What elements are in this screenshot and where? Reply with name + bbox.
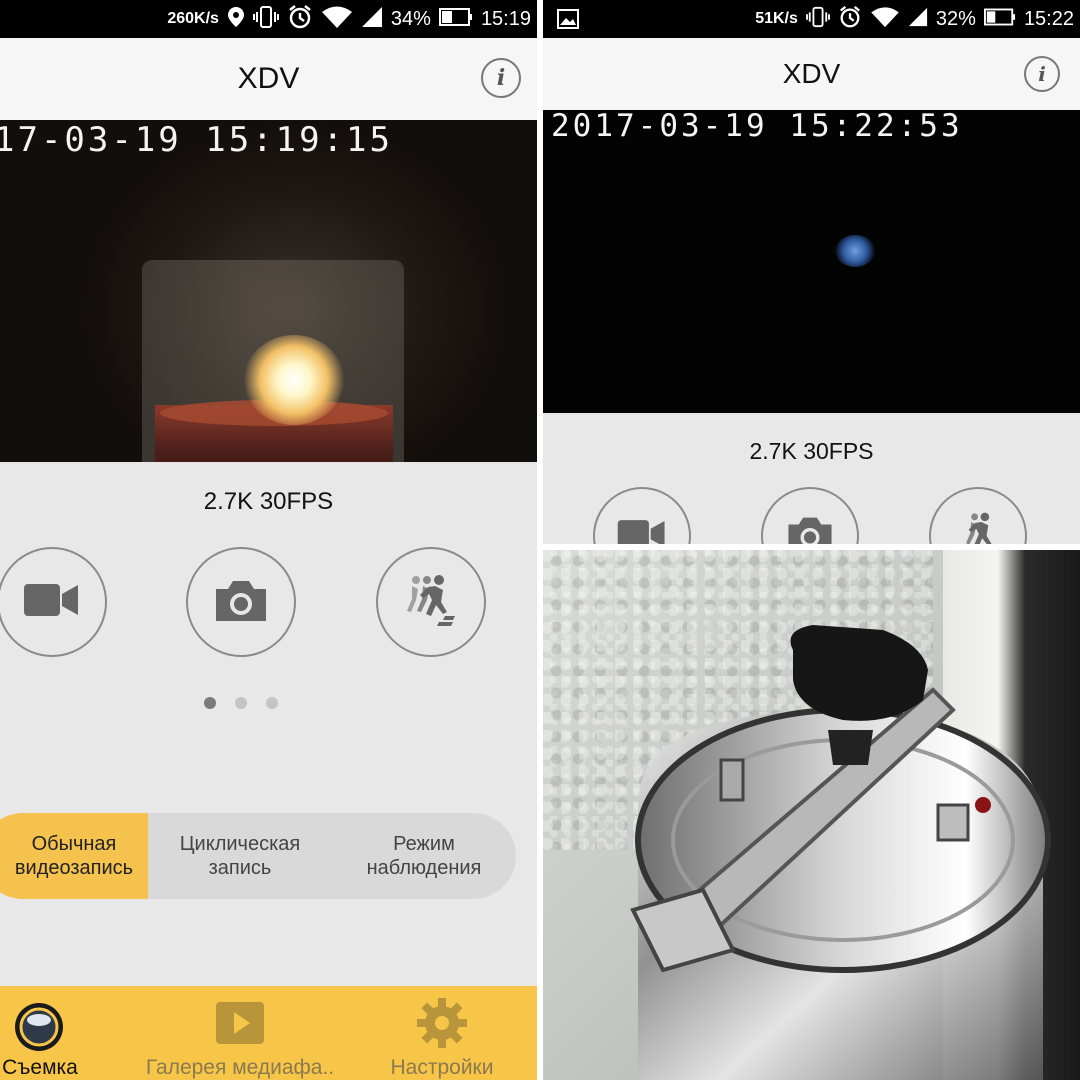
battery-percent: 32% [935, 7, 976, 30]
camera-icon [785, 514, 835, 544]
video-mode-button[interactable] [593, 487, 691, 544]
page-dot-active[interactable] [204, 697, 216, 709]
running-person-icon [403, 572, 459, 633]
app-title: XDV [237, 62, 300, 95]
page-indicator [204, 697, 278, 709]
alarm-icon [838, 5, 862, 34]
pressure-cooker-photo [543, 550, 1080, 1080]
app-header: XDV i [0, 38, 537, 120]
mode-loop-recording[interactable]: Циклическая запись [148, 813, 332, 899]
video-camera-icon [616, 516, 668, 544]
bottom-navigation: Съемка Галерея медиафа.. Настройки [0, 986, 537, 1080]
photo-mode-button[interactable] [186, 547, 296, 657]
running-person-icon [954, 510, 1002, 544]
mode-label-line2: запись [208, 857, 272, 879]
signal-icon [908, 7, 928, 32]
photo-mode-button[interactable] [761, 487, 859, 544]
gear-icon [415, 996, 469, 1055]
nav-settings[interactable]: Настройки [372, 986, 512, 1080]
lens-icon [12, 1000, 66, 1059]
network-speed: 51K/s [755, 10, 798, 27]
clock: 15:19 [480, 7, 531, 30]
page-dot[interactable] [266, 697, 278, 709]
video-timestamp: 17-03-19 15:19:15 [0, 120, 393, 160]
candle-flame [244, 335, 344, 425]
status-bar: 51K/s 32% 15:22 [543, 0, 1080, 38]
pressure-cooker [630, 625, 1051, 1080]
resolution-label: 2.7K 30FPS [749, 438, 874, 464]
network-speed: 260K/s [167, 10, 219, 27]
video-mode-button[interactable] [0, 547, 107, 657]
status-bar: 260K/s 34% 15:19 [0, 0, 537, 38]
battery-percent: 34% [390, 7, 431, 30]
mode-surveillance[interactable]: Режим наблюдения [332, 813, 516, 899]
wifi-icon [321, 5, 353, 34]
nav-capture-label: Съемка [2, 1056, 78, 1079]
vibrate-icon [252, 5, 279, 34]
battery-icon [438, 7, 473, 32]
battery-icon [983, 7, 1016, 32]
mode-label-line2: наблюдения [366, 857, 482, 879]
left-app-screen: 260K/s 34% 15:19 XDV i 17-03-19 15:19:15… [0, 0, 537, 1080]
info-icon[interactable]: i [1024, 56, 1060, 92]
wifi-icon [870, 6, 900, 33]
app-header: XDV i [543, 38, 1080, 110]
mode-label-line1: Обычная [31, 833, 117, 855]
burst-mode-button[interactable] [376, 547, 486, 657]
alarm-icon [287, 4, 313, 35]
resolution-label: 2.7K 30FPS [203, 488, 334, 515]
camera-preview[interactable]: 2017-03-19 15:22:53 [543, 110, 1080, 413]
nav-settings-label: Настройки [390, 1056, 494, 1079]
location-icon [227, 6, 245, 33]
play-icon [214, 1000, 266, 1051]
camera-preview[interactable]: 17-03-19 15:19:15 [0, 120, 537, 462]
mode-label-line1: Режим [393, 833, 455, 855]
mode-normal-recording[interactable]: Обычная видеозапись [0, 813, 148, 899]
recording-mode-selector: Обычная видеозапись Циклическая запись Реж… [0, 813, 516, 899]
mode-label-line2: видеозапись [14, 857, 134, 879]
right-app-screen: 51K/s 32% 15:22 XDV i 2017-03-19 15:22:5… [543, 0, 1080, 544]
page-dot[interactable] [235, 697, 247, 709]
video-timestamp: 2017-03-19 15:22:53 [551, 110, 963, 144]
vibrate-icon [805, 6, 830, 33]
app-title: XDV [782, 58, 841, 89]
clock: 15:22 [1023, 7, 1074, 30]
nav-gallery-label: Галерея медиафа.. [145, 1056, 335, 1079]
video-camera-icon [22, 580, 82, 625]
mode-label-line1: Циклическая [179, 833, 301, 855]
nav-capture[interactable]: Съемка [0, 986, 110, 1080]
gallery-notification-icon [557, 9, 579, 34]
info-icon[interactable]: i [481, 58, 521, 98]
nav-gallery[interactable]: Галерея медиафа.. [140, 986, 340, 1080]
signal-icon [361, 6, 383, 33]
camera-icon [212, 577, 270, 628]
light-spot [835, 235, 875, 267]
burst-mode-button[interactable] [929, 487, 1027, 544]
